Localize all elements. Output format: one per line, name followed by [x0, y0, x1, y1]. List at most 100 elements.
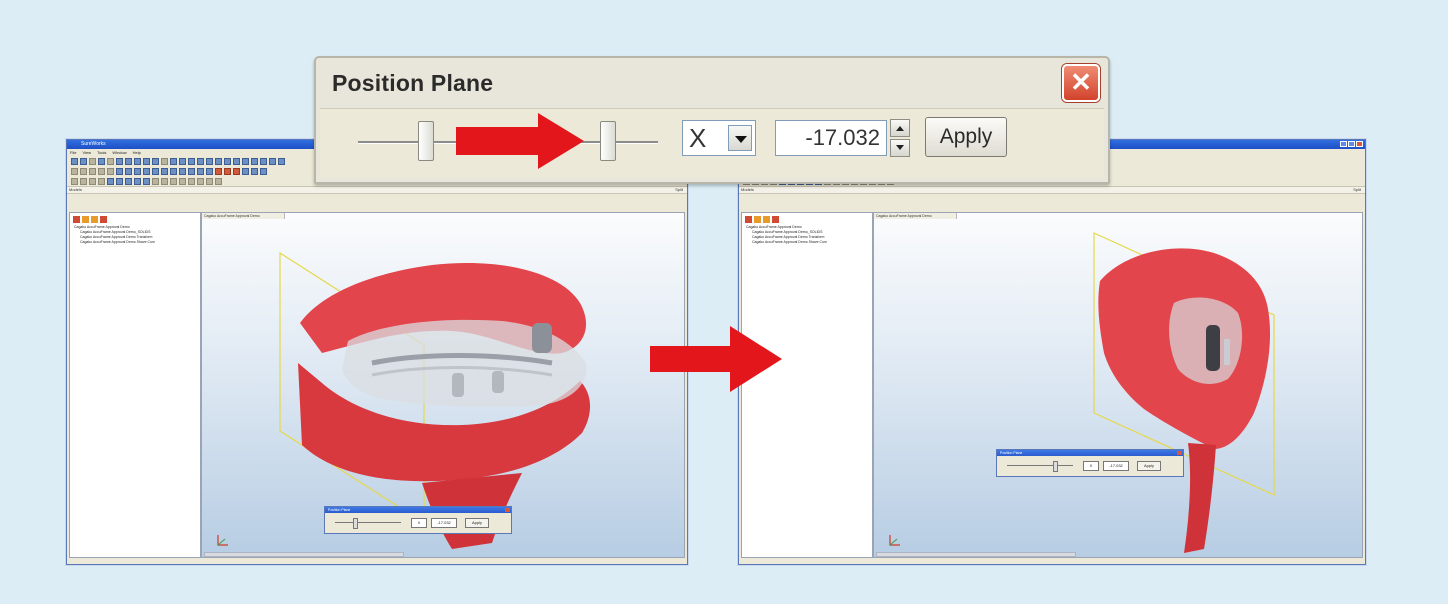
tool-icon[interactable]: [179, 177, 186, 185]
close-icon[interactable]: [1356, 141, 1363, 147]
tool-icon[interactable]: [116, 167, 123, 175]
tool-icon[interactable]: [188, 177, 195, 185]
tool-icon[interactable]: [197, 157, 204, 165]
menu-help[interactable]: Help: [133, 149, 141, 156]
tool-icon[interactable]: [107, 177, 114, 185]
mini-offset-input[interactable]: -17.032: [431, 518, 457, 528]
spin-down-icon[interactable]: [890, 139, 910, 157]
tool-icon[interactable]: [143, 177, 150, 185]
tool-icon[interactable]: [215, 167, 222, 175]
tool-icon[interactable]: [161, 177, 168, 185]
tool-icon[interactable]: [89, 177, 96, 185]
tool-icon[interactable]: [98, 167, 105, 175]
tool-icon[interactable]: [179, 167, 186, 175]
spin-up-icon[interactable]: [890, 119, 910, 137]
tool-icon[interactable]: [134, 157, 141, 165]
tree-tool-icon[interactable]: [754, 216, 761, 223]
select-icon[interactable]: [71, 167, 78, 175]
tool-icon[interactable]: [251, 157, 258, 165]
tool-icon[interactable]: [278, 157, 285, 165]
tool-icon[interactable]: [134, 167, 141, 175]
tool-icon[interactable]: [260, 167, 267, 175]
minimize-icon[interactable]: [1340, 141, 1347, 147]
tool-icon[interactable]: [260, 157, 267, 165]
delete-icon[interactable]: [73, 216, 80, 223]
open-icon[interactable]: [71, 157, 78, 165]
offset-input[interactable]: -17.032: [775, 120, 887, 156]
tool-icon[interactable]: [107, 157, 114, 165]
axis-select[interactable]: X: [682, 120, 756, 156]
close-icon[interactable]: ✕: [1062, 64, 1100, 102]
menu-file[interactable]: File: [70, 149, 76, 156]
tool-icon[interactable]: [161, 167, 168, 175]
tool-icon[interactable]: [71, 177, 78, 185]
tool-icon[interactable]: [125, 177, 132, 185]
right-3d-viewport[interactable]: Cagako AccuFrame Approval Demo Position …: [873, 212, 1363, 558]
tool-icon[interactable]: [188, 167, 195, 175]
mini-apply-button[interactable]: Apply: [465, 518, 489, 528]
left-3d-viewport[interactable]: Cagako AccuFrame Approval Demo Position …: [201, 212, 685, 558]
mini-slider-thumb[interactable]: [1053, 461, 1058, 472]
tool-icon[interactable]: [170, 157, 177, 165]
mini-axis-select[interactable]: X: [411, 518, 427, 528]
menu-window[interactable]: Window: [112, 149, 126, 156]
slider-thumb-before[interactable]: [418, 121, 434, 161]
tool-icon[interactable]: [170, 167, 177, 175]
tool-icon[interactable]: [98, 157, 105, 165]
split-label[interactable]: Split: [675, 187, 683, 193]
mini-slider-track[interactable]: [1007, 465, 1073, 466]
split-label[interactable]: Split: [1353, 187, 1361, 193]
delete-icon[interactable]: [745, 216, 752, 223]
tool-icon[interactable]: [224, 157, 231, 165]
mini-axis-select[interactable]: X: [1083, 461, 1099, 471]
mini-offset-input[interactable]: -17.032: [1103, 461, 1129, 471]
tool-icon[interactable]: [125, 167, 132, 175]
offset-spinner[interactable]: [890, 119, 910, 157]
tool-icon[interactable]: [80, 177, 87, 185]
right-horizontal-scrollbar[interactable]: [876, 552, 1076, 557]
maximize-icon[interactable]: [1348, 141, 1355, 147]
tool-icon[interactable]: [89, 167, 96, 175]
tool-icon[interactable]: [170, 177, 177, 185]
tree-tool-icon[interactable]: [91, 216, 98, 223]
dropdown-arrow-icon[interactable]: [728, 125, 752, 151]
apply-button[interactable]: Apply: [925, 117, 1007, 157]
tool-icon[interactable]: [206, 177, 213, 185]
mini-apply-button[interactable]: Apply: [1137, 461, 1161, 471]
tool-icon[interactable]: [116, 157, 123, 165]
tree-item[interactable]: Cagako AccuFrame Approval Demo Shave Com: [70, 240, 200, 245]
tool-icon[interactable]: [125, 157, 132, 165]
tool-icon[interactable]: [134, 177, 141, 185]
tool-icon[interactable]: [197, 177, 204, 185]
tool-icon[interactable]: [233, 167, 240, 175]
slider-thumb-after[interactable]: [600, 121, 616, 161]
tool-icon[interactable]: [80, 167, 87, 175]
tool-icon[interactable]: [215, 177, 222, 185]
tool-icon[interactable]: [107, 167, 114, 175]
tool-icon[interactable]: [98, 177, 105, 185]
tool-icon[interactable]: [215, 157, 222, 165]
tree-item[interactable]: Cagako AccuFrame Approval Demo Shave Com: [742, 240, 872, 245]
tree-tool-icon[interactable]: [100, 216, 107, 223]
save-icon[interactable]: [80, 157, 87, 165]
menu-tools[interactable]: Tools: [97, 149, 106, 156]
menu-view[interactable]: View: [82, 149, 91, 156]
tool-icon[interactable]: [161, 157, 168, 165]
tree-tool-icon[interactable]: [763, 216, 770, 223]
tool-icon[interactable]: [233, 157, 240, 165]
mini-slider-track[interactable]: [335, 522, 401, 523]
tool-icon[interactable]: [206, 157, 213, 165]
tool-icon[interactable]: [116, 177, 123, 185]
left-horizontal-scrollbar[interactable]: [204, 552, 404, 557]
tree-tool-icon[interactable]: [82, 216, 89, 223]
mini-slider-thumb[interactable]: [353, 518, 358, 529]
tool-icon[interactable]: [197, 167, 204, 175]
tool-icon[interactable]: [89, 157, 96, 165]
tool-icon[interactable]: [206, 167, 213, 175]
tool-icon[interactable]: [188, 157, 195, 165]
tool-icon[interactable]: [143, 157, 150, 165]
tool-icon[interactable]: [152, 157, 159, 165]
tool-icon[interactable]: [242, 157, 249, 165]
tool-icon[interactable]: [224, 167, 231, 175]
tool-icon[interactable]: [242, 167, 249, 175]
